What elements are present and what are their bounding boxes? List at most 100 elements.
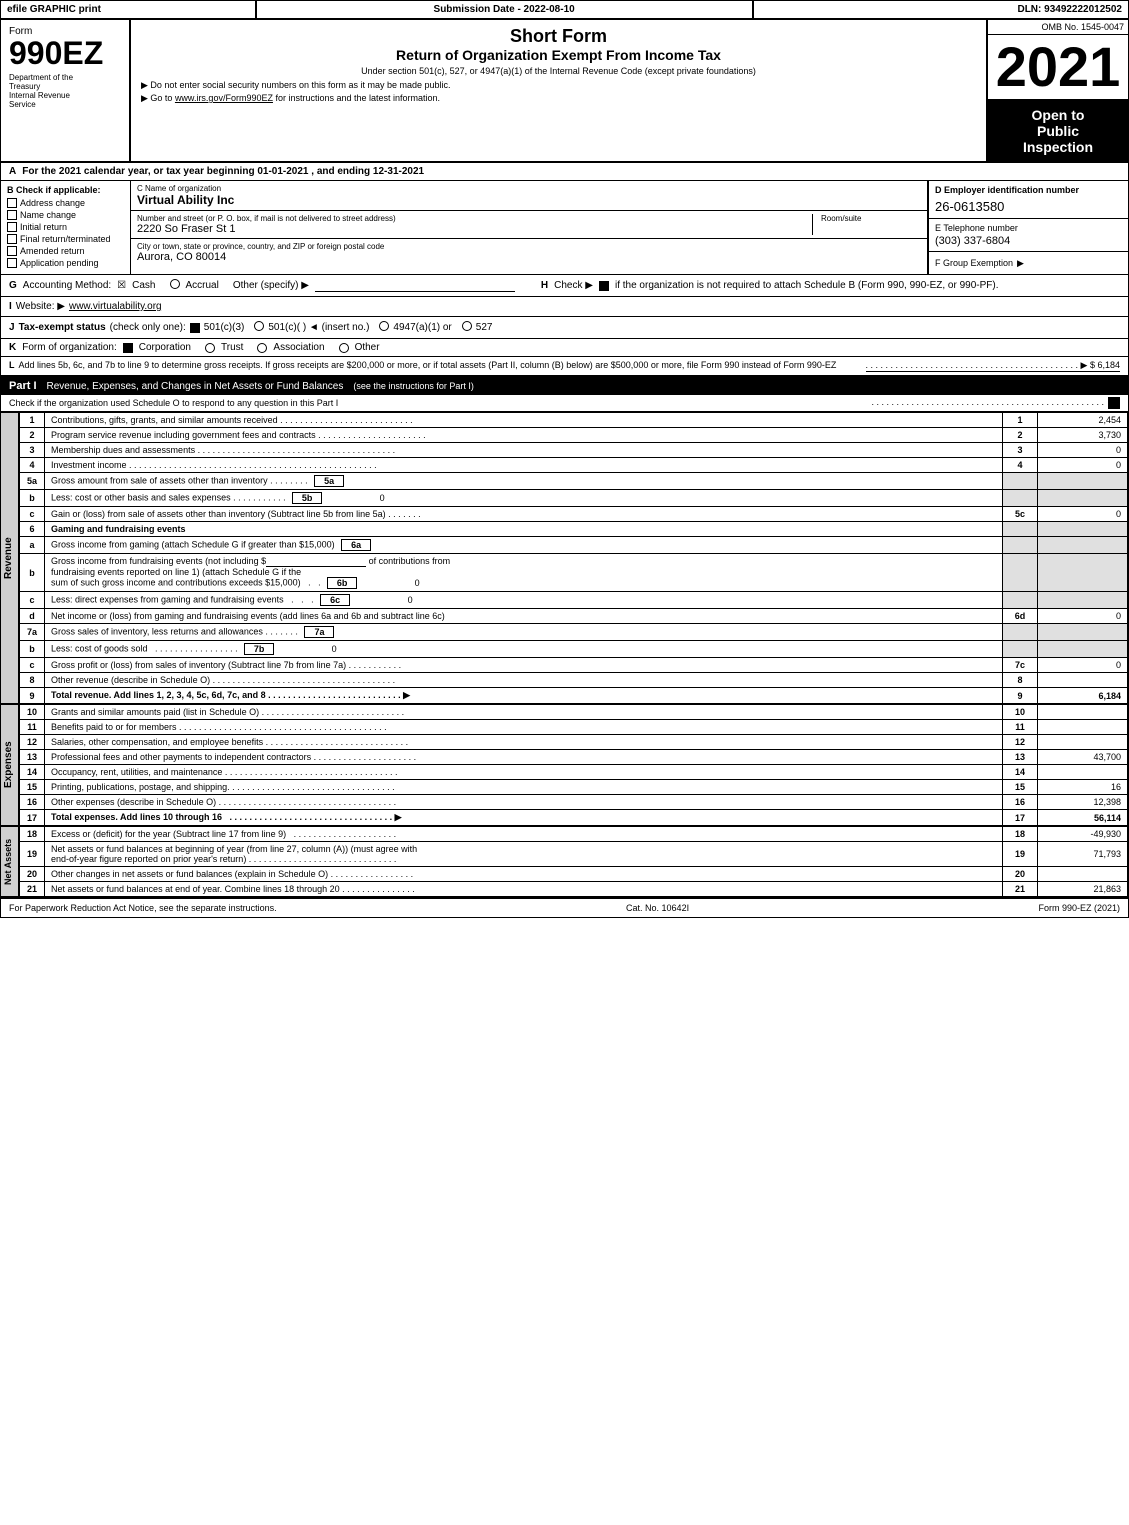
table-row: 19 Net assets or fund balances at beginn… xyxy=(20,842,1128,867)
form-footer-label: Form 990-EZ (2021) xyxy=(1038,903,1120,913)
form-org-row: K Form of organization: Corporation Trus… xyxy=(1,339,1128,357)
association-radio[interactable] xyxy=(257,343,267,353)
line-desc-7b: Less: cost of goods sold . . . . . . . .… xyxy=(45,641,1003,658)
line-col-1: 1 xyxy=(1003,413,1038,428)
accrual-radio[interactable] xyxy=(170,279,180,289)
501c3-checkbox[interactable] xyxy=(190,323,200,333)
line-num-6b: b xyxy=(20,554,45,592)
line-col-15: 15 xyxy=(1003,780,1038,795)
line-num-11: 11 xyxy=(20,720,45,735)
table-row: c Less: direct expenses from gaming and … xyxy=(20,592,1128,609)
initial-return-checkbox[interactable] xyxy=(7,222,17,232)
line-desc-14: Occupancy, rent, utilities, and maintena… xyxy=(45,765,1003,780)
line-desc-5a: Gross amount from sale of assets other t… xyxy=(45,473,1003,490)
form-number: 990EZ xyxy=(9,37,121,69)
city-value: Aurora, CO 80014 xyxy=(137,251,921,263)
line-num-12: 12 xyxy=(20,735,45,750)
line-desc-10: Grants and similar amounts paid (list in… xyxy=(45,705,1003,720)
d-label: D Employer identification number xyxy=(935,185,1122,195)
line-desc-2: Program service revenue including govern… xyxy=(45,428,1003,443)
ein-value: 26-0613580 xyxy=(935,199,1122,214)
line-desc-9: Total revenue. Add lines 1, 2, 3, 4, 5c,… xyxy=(45,688,1003,704)
527-radio[interactable] xyxy=(462,321,472,331)
line-amount-7c: 0 xyxy=(1038,658,1128,673)
table-row: b Gross income from fundraising events (… xyxy=(20,554,1128,592)
line-num-6a: a xyxy=(20,537,45,554)
table-row: 20 Other changes in net assets or fund b… xyxy=(20,867,1128,882)
corporation-checkbox[interactable] xyxy=(123,343,133,353)
table-row: 14 Occupancy, rent, utilities, and maint… xyxy=(20,765,1128,780)
accounting-row: G Accounting Method: ☒ Cash Accrual Othe… xyxy=(1,275,1128,297)
line-col-6 xyxy=(1003,522,1038,537)
line-amount-17: 56,114 xyxy=(1038,810,1128,826)
revenue-section: Revenue 1 Contributions, gifts, grants, … xyxy=(1,412,1128,704)
final-return-checkbox[interactable] xyxy=(7,234,17,244)
table-row: c Gain or (loss) from sale of assets oth… xyxy=(20,507,1128,522)
line-col-2: 2 xyxy=(1003,428,1038,443)
f-group: F Group Exemption ▶ xyxy=(929,252,1128,274)
line-desc-12: Salaries, other compensation, and employ… xyxy=(45,735,1003,750)
other-radio[interactable] xyxy=(339,343,349,353)
line-col-6d: 6d xyxy=(1003,609,1038,624)
return-title: Return of Organization Exempt From Incom… xyxy=(141,47,976,63)
line-col-9: 9 xyxy=(1003,688,1038,704)
line-col-12: 12 xyxy=(1003,735,1038,750)
line-amount-13: 43,700 xyxy=(1038,750,1128,765)
501c-radio[interactable] xyxy=(254,321,264,331)
table-row: 17 Total expenses. Add lines 10 through … xyxy=(20,810,1128,826)
line-desc-4: Investment income . . . . . . . . . . . … xyxy=(45,458,1003,473)
room-suite-label: Room/suite xyxy=(821,214,921,223)
city-label: City or town, state or province, country… xyxy=(137,242,921,251)
line-num-10: 10 xyxy=(20,705,45,720)
table-row: a Gross income from gaming (attach Sched… xyxy=(20,537,1128,554)
line-amount-6c xyxy=(1038,592,1128,609)
name-change-checkbox[interactable] xyxy=(7,210,17,220)
line-col-6c xyxy=(1003,592,1038,609)
line-num-8: 8 xyxy=(20,673,45,688)
table-row: b Less: cost of goods sold . . . . . . .… xyxy=(20,641,1128,658)
line-desc-7a: Gross sales of inventory, less returns a… xyxy=(45,624,1003,641)
line-col-5a xyxy=(1003,473,1038,490)
website-row: I Website: ▶ www.virtualability.org xyxy=(1,297,1128,317)
4947-radio[interactable] xyxy=(379,321,389,331)
c-label: C Name of organization xyxy=(137,184,921,193)
line-col-5c: 5c xyxy=(1003,507,1038,522)
table-row: 2 Program service revenue including gove… xyxy=(20,428,1128,443)
table-row: 15 Printing, publications, postage, and … xyxy=(20,780,1128,795)
line-num-21: 21 xyxy=(20,882,45,897)
line-amount-16: 12,398 xyxy=(1038,795,1128,810)
line-col-6b xyxy=(1003,554,1038,592)
line-num-5a: 5a xyxy=(20,473,45,490)
line-amount-6a xyxy=(1038,537,1128,554)
line-amount-10 xyxy=(1038,705,1128,720)
line-amount-4: 0 xyxy=(1038,458,1128,473)
under-section: Under section 501(c), 527, or 4947(a)(1)… xyxy=(141,66,976,76)
line-num-13: 13 xyxy=(20,750,45,765)
line-amount-6d: 0 xyxy=(1038,609,1128,624)
trust-radio[interactable] xyxy=(205,343,215,353)
amended-return-checkbox[interactable] xyxy=(7,246,17,256)
website-url[interactable]: www.virtualability.org xyxy=(69,301,162,312)
expenses-section: Expenses 10 Grants and similar amounts p… xyxy=(1,704,1128,826)
schedule-o-checkbox[interactable] xyxy=(1108,397,1120,409)
line-col-10: 10 xyxy=(1003,705,1038,720)
line-amount-7b xyxy=(1038,641,1128,658)
application-pending-checkbox[interactable] xyxy=(7,258,17,268)
h-checkbox[interactable] xyxy=(599,281,609,291)
address-change-checkbox[interactable] xyxy=(7,198,17,208)
year-number: 2021 xyxy=(988,35,1128,101)
line-amount-1: 2,454 xyxy=(1038,413,1128,428)
table-row: 6 Gaming and fundraising events xyxy=(20,522,1128,537)
table-row: c Gross profit or (loss) from sales of i… xyxy=(20,658,1128,673)
line-col-17: 17 xyxy=(1003,810,1038,826)
application-pending-row: Application pending xyxy=(7,258,124,268)
open-public-box: Open to Public Inspection xyxy=(988,101,1128,161)
line-amount-8 xyxy=(1038,673,1128,688)
line-col-19: 19 xyxy=(1003,842,1038,867)
short-form-title: Short Form xyxy=(141,26,976,47)
line-amount-19: 71,793 xyxy=(1038,842,1128,867)
line-num-6d: d xyxy=(20,609,45,624)
line-desc-6b: Gross income from fundraising events (no… xyxy=(45,554,1003,592)
table-row: 7a Gross sales of inventory, less return… xyxy=(20,624,1128,641)
line-col-8: 8 xyxy=(1003,673,1038,688)
